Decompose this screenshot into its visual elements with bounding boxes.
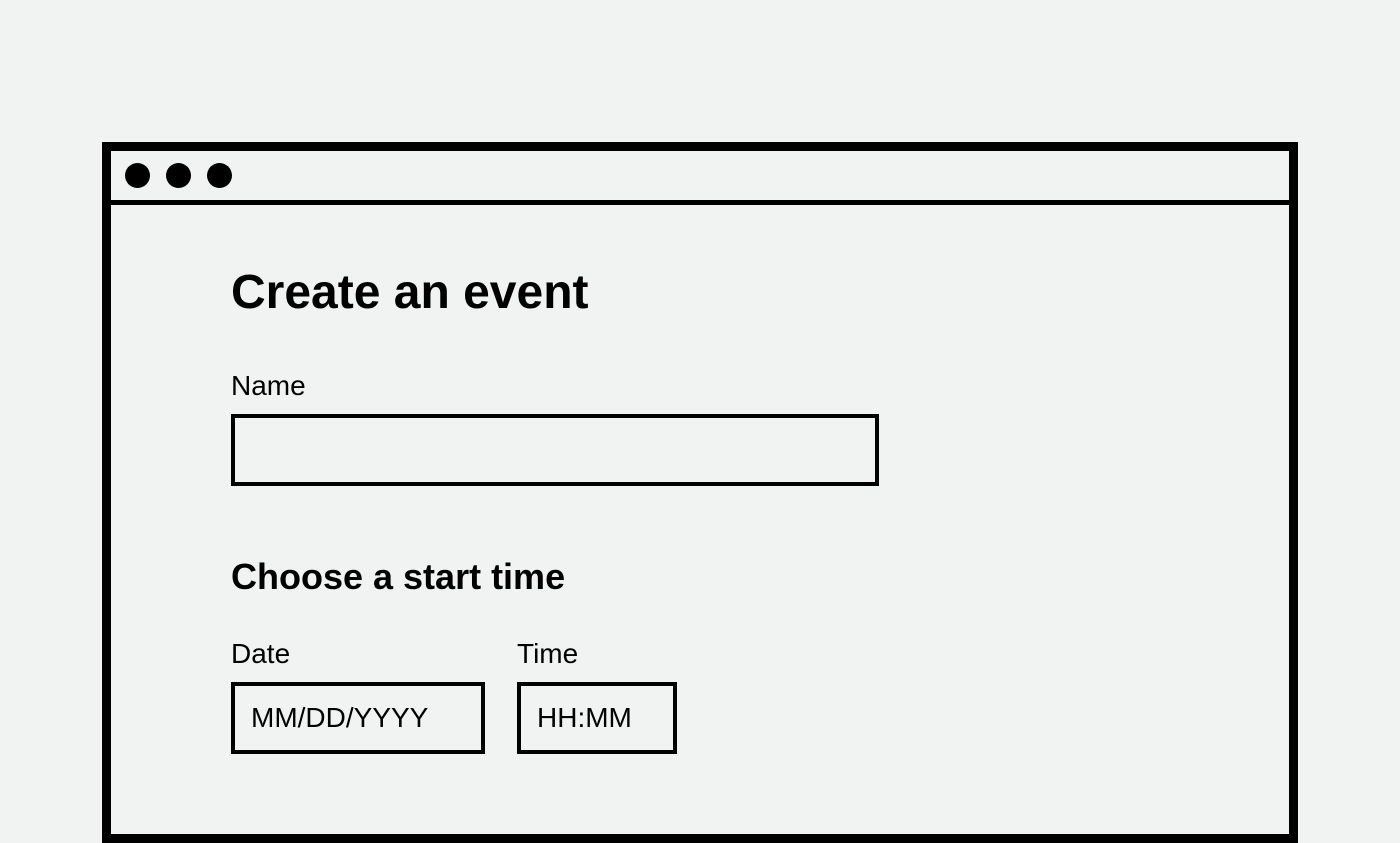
time-input[interactable] xyxy=(517,682,677,754)
date-input[interactable] xyxy=(231,682,485,754)
datetime-row: Date Time xyxy=(231,638,1169,754)
start-time-heading: Choose a start time xyxy=(231,556,1169,598)
date-label: Date xyxy=(231,638,485,670)
name-label: Name xyxy=(231,370,1169,402)
time-label: Time xyxy=(517,638,677,670)
window-control-close-icon[interactable] xyxy=(125,163,150,188)
window-titlebar xyxy=(111,151,1289,205)
form-content: Create an event Name Choose a start time… xyxy=(111,205,1289,834)
page-title: Create an event xyxy=(231,265,1169,320)
window-control-minimize-icon[interactable] xyxy=(166,163,191,188)
app-window: Create an event Name Choose a start time… xyxy=(102,142,1298,843)
window-control-maximize-icon[interactable] xyxy=(207,163,232,188)
name-input[interactable] xyxy=(231,414,879,486)
